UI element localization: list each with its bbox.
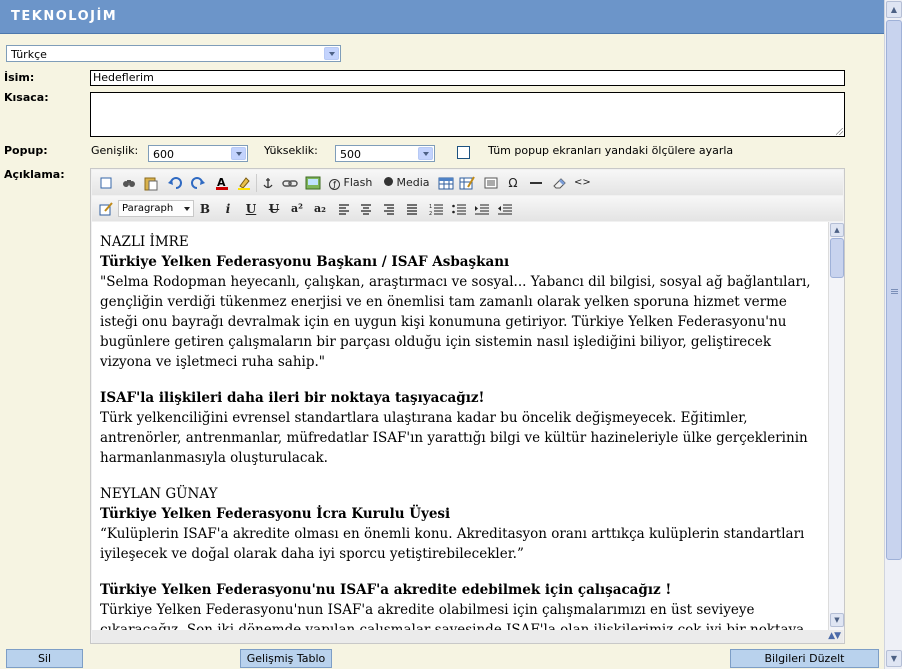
flash-icon: ƒ	[329, 179, 340, 190]
scroll-up-button[interactable]: ▲	[830, 223, 844, 237]
name-input[interactable]: Hedeflerim	[90, 70, 845, 86]
editor-content[interactable]: NAZLI İMRE Türkiye Yelken Federasyonu Ba…	[92, 222, 828, 630]
code-icon[interactable]: <>	[574, 175, 591, 191]
forecolor-icon[interactable]: A	[214, 175, 230, 191]
newdocument-icon[interactable]	[98, 175, 114, 191]
flash-label: Flash	[343, 176, 373, 189]
content-name: NAZLI İMRE	[100, 234, 189, 250]
language-select-value: Türkçe	[11, 48, 47, 61]
content-paragraph: ISAF'la ilişkileri daha ileri bir noktay…	[100, 388, 820, 468]
image-icon[interactable]	[305, 175, 321, 191]
svg-text:1: 1	[429, 204, 432, 210]
align-center-icon[interactable]	[359, 201, 373, 217]
editor-toolbar-2: Paragraph B i U U a² a₂ 12	[92, 196, 843, 221]
redo-icon[interactable]	[190, 175, 206, 191]
name-label: İsim:	[4, 71, 35, 84]
cleanup-icon[interactable]	[551, 175, 567, 191]
toolbar-separator	[256, 174, 257, 192]
rich-text-editor: A ƒ Flash Media Ω <> Paragraph B i U U a…	[90, 168, 845, 644]
all-popups-checkbox[interactable]	[457, 146, 470, 159]
find-icon[interactable]	[121, 175, 137, 191]
styleprops-icon[interactable]	[98, 201, 114, 217]
numbered-list-icon[interactable]: 12	[428, 201, 444, 217]
media-button[interactable]: Media	[384, 175, 434, 191]
content-text: "Selma Rodopman heyecanlı, çalışkan, ara…	[100, 274, 811, 370]
format-select-value: Paragraph	[122, 203, 174, 214]
table-props-icon[interactable]	[459, 175, 475, 191]
popup-label: Popup:	[4, 144, 48, 157]
svg-text:2: 2	[429, 211, 432, 217]
all-popups-label: Tüm popup ekranları yandaki ölçülere aya…	[488, 144, 734, 157]
grip-line	[891, 293, 898, 294]
underline-button[interactable]: U	[244, 201, 258, 217]
logo: TEKNOLOJİM	[11, 9, 118, 24]
header-bar: TEKNOLOJİM	[0, 0, 884, 34]
content-text: “Kulüplerin ISAF'a akredite olması en ön…	[100, 526, 805, 562]
resize-arrows-icon[interactable]: ▲▼	[828, 631, 841, 641]
content-name: NEYLAN GÜNAY	[100, 486, 218, 502]
content-heading: ISAF'la ilişkileri daha ileri bir noktay…	[100, 390, 485, 406]
short-label: Kısaca:	[4, 91, 49, 104]
format-select[interactable]: Paragraph	[118, 200, 194, 217]
advanced-table-button[interactable]: Gelişmiş Tablo	[240, 649, 332, 668]
language-select[interactable]: Türkçe	[6, 45, 341, 62]
update-button[interactable]: Bilgileri Düzelt	[730, 649, 879, 668]
hr-icon[interactable]	[528, 175, 544, 191]
content-heading: Türkiye Yelken Federasyonu'nu ISAF'a akr…	[100, 582, 672, 598]
bold-button[interactable]: B	[198, 201, 212, 217]
content-paragraph: Türkiye Yelken Federasyonu'nu ISAF'a akr…	[100, 580, 820, 630]
content-paragraph: NEYLAN GÜNAY Türkiye Yelken Federasyonu …	[100, 484, 820, 564]
link-icon[interactable]	[282, 175, 298, 191]
scrollbar-thumb[interactable]	[886, 20, 902, 560]
indent-icon[interactable]	[474, 201, 490, 217]
align-right-icon[interactable]	[382, 201, 396, 217]
paste-icon[interactable]	[143, 175, 159, 191]
backcolor-icon[interactable]	[236, 175, 252, 191]
scrollbar-thumb[interactable]	[830, 238, 844, 278]
width-select[interactable]: 600	[148, 145, 248, 162]
undo-icon[interactable]	[167, 175, 183, 191]
page-scrollbar[interactable]: ▲ ▼	[884, 0, 902, 669]
width-select-value: 600	[153, 148, 174, 161]
media-icon	[384, 177, 393, 186]
strikethrough-button[interactable]: U	[267, 201, 281, 217]
height-select[interactable]: 500	[335, 145, 435, 162]
grip-line	[891, 289, 898, 290]
scroll-up-button[interactable]: ▲	[886, 1, 902, 18]
subscript-button[interactable]: a₂	[312, 201, 328, 217]
outdent-icon[interactable]	[497, 201, 513, 217]
superscript-button[interactable]: a²	[289, 201, 305, 217]
editor-scrollbar[interactable]: ▲ ▼	[828, 222, 844, 630]
content-heading: Türkiye Yelken Federasyonu İcra Kurulu Ü…	[100, 506, 451, 522]
bullet-list-icon[interactable]	[451, 201, 467, 217]
short-textarea[interactable]	[90, 92, 845, 137]
chevron-down-icon[interactable]	[231, 147, 246, 160]
charmap-icon[interactable]: Ω	[505, 175, 521, 191]
delete-button[interactable]: Sil	[6, 649, 83, 668]
height-select-value: 500	[340, 148, 361, 161]
width-label: Genişlik:	[91, 144, 139, 157]
scroll-down-button[interactable]: ▼	[830, 613, 844, 627]
layer-icon[interactable]	[483, 175, 499, 191]
content-paragraph: NAZLI İMRE Türkiye Yelken Federasyonu Ba…	[100, 232, 820, 372]
editor-toolbar-1: A ƒ Flash Media Ω <>	[92, 170, 843, 195]
italic-button[interactable]: i	[221, 201, 235, 217]
description-label: Açıklama:	[4, 168, 65, 181]
table-icon[interactable]	[438, 175, 454, 191]
chevron-down-icon[interactable]	[324, 47, 339, 60]
align-left-icon[interactable]	[337, 201, 351, 217]
align-justify-icon[interactable]	[405, 201, 419, 217]
chevron-down-icon[interactable]	[418, 147, 433, 160]
content-text: Türkiye Yelken Federasyonu'nun ISAF'a ak…	[100, 602, 805, 630]
scroll-down-button[interactable]: ▼	[886, 650, 902, 667]
content-heading: Türkiye Yelken Federasyonu Başkanı / ISA…	[100, 254, 510, 270]
grip-line	[891, 291, 898, 292]
anchor-icon[interactable]	[260, 175, 276, 191]
flash-button[interactable]: ƒ Flash	[329, 175, 373, 191]
content-text: Türk yelkenciliğini evrensel standartlar…	[100, 410, 808, 466]
height-label: Yükseklik:	[264, 144, 318, 157]
media-label: Media	[396, 176, 430, 189]
editor-statusbar: ▲▼	[92, 630, 843, 643]
